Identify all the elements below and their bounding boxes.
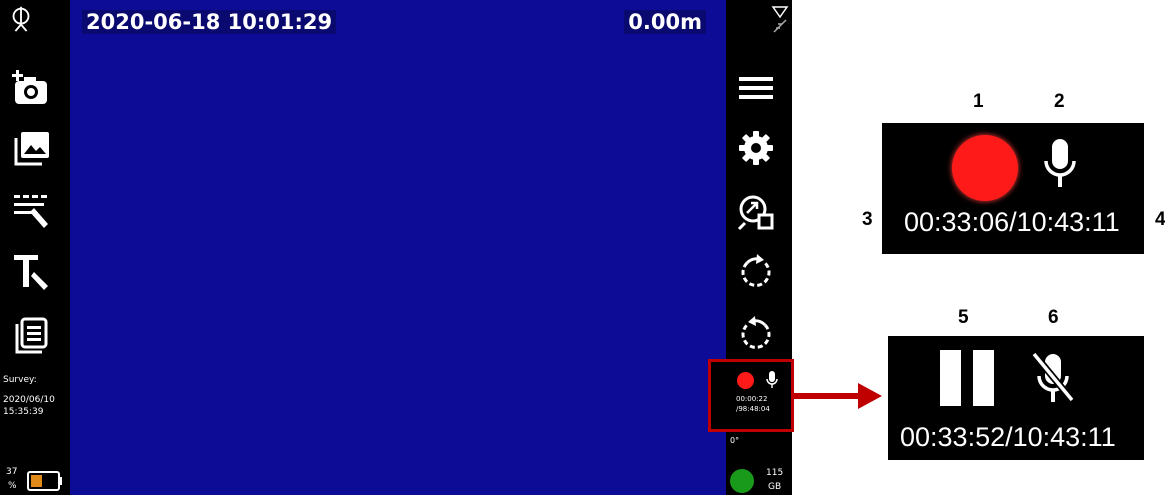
battery-icon — [27, 471, 63, 491]
microphone-muted-icon[interactable] — [1030, 350, 1076, 406]
callout-label-3: 3 — [862, 209, 873, 230]
survey-time: 15:35:39 — [3, 407, 44, 417]
storage-unit: GB — [768, 482, 782, 492]
storage-value: 115 — [766, 468, 784, 478]
record-button[interactable] — [737, 372, 754, 389]
recording-panel-paused: 00:33:52/10:43:11 — [888, 336, 1144, 460]
add-photo-icon[interactable] — [12, 68, 52, 108]
recording-elapsed: 00:33:52 — [900, 422, 1006, 452]
rotate-counterclockwise-icon[interactable] — [734, 314, 778, 354]
menu-icon[interactable] — [734, 68, 778, 108]
compass-icon[interactable] — [6, 3, 36, 33]
recording-total: /10:43:11 — [1009, 207, 1120, 237]
callout-label-1: 1 — [973, 91, 984, 112]
pause-icon[interactable] — [940, 350, 996, 406]
microphone-icon[interactable] — [1042, 135, 1078, 191]
zoom-window-icon[interactable] — [734, 192, 778, 232]
survey-label: Survey: — [3, 375, 37, 385]
battery-percent: 37 — [6, 467, 18, 477]
gallery-icon[interactable] — [12, 128, 52, 168]
callout-label-2: 2 — [1054, 91, 1065, 112]
storage-status-icon — [730, 469, 754, 493]
report-icon[interactable] — [12, 316, 52, 356]
text-tool-icon[interactable] — [12, 252, 52, 292]
angle-readout: 0° — [730, 436, 740, 445]
filter-draw-icon[interactable] — [12, 190, 52, 230]
callout-arrow — [794, 382, 884, 412]
survey-date: 2020/06/10 — [3, 395, 55, 405]
record-indicator[interactable] — [952, 135, 1018, 201]
rotate-clockwise-icon[interactable] — [734, 252, 778, 292]
left-toolbar: Survey: 2020/06/10 15:35:39 37 % — [0, 0, 70, 495]
callout-label-5: 5 — [958, 307, 969, 328]
wifi-off-icon — [770, 4, 790, 34]
recording-widget[interactable]: 00:00:22 /98:48:04 — [708, 359, 794, 432]
recording-elapsed: 00:00:22 — [736, 395, 768, 403]
camera-view[interactable]: 2020-06-18 10:01:29 0.00m — [70, 0, 726, 495]
recording-total: /10:43:11 — [1005, 422, 1116, 452]
gear-icon[interactable] — [734, 128, 778, 168]
recording-elapsed: 00:33:06 — [904, 207, 1010, 237]
recording-total: /98:48:04 — [736, 405, 770, 413]
callout-label-4: 4 — [1155, 209, 1165, 230]
callout-label-6: 6 — [1048, 307, 1059, 328]
battery-unit: % — [8, 481, 17, 491]
microphone-icon[interactable] — [766, 371, 778, 389]
recording-panel-active: 00:33:06/10:43:11 — [882, 123, 1144, 254]
distance-counter: 0.00m — [624, 10, 706, 34]
datetime-overlay: 2020-06-18 10:01:29 — [82, 10, 337, 34]
